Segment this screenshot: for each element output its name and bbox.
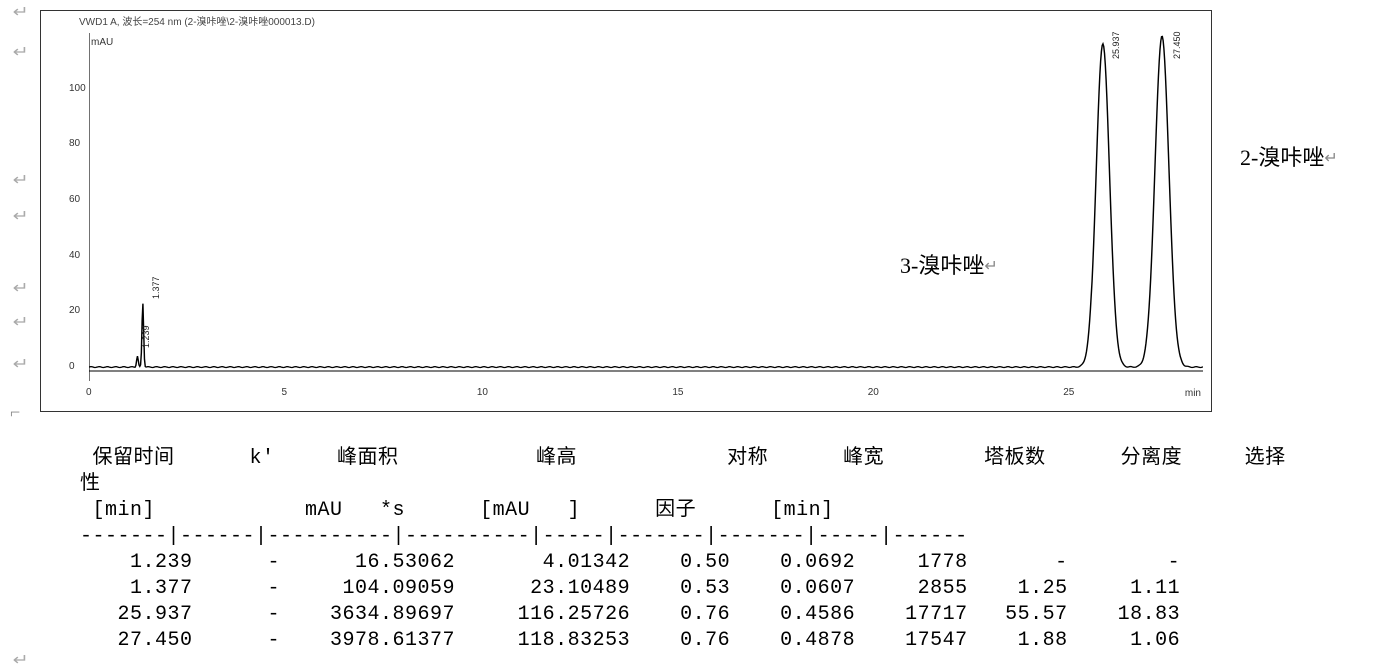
- chromatogram-trace: [89, 33, 1203, 381]
- annotation-2-bromocarbazole: 2-溴咔唑↵: [1240, 140, 1338, 172]
- x-tick: 0: [86, 387, 92, 398]
- x-axis-unit: min: [1185, 388, 1201, 399]
- annotation-3-bromocarbazole: 3-溴咔唑↵: [900, 248, 998, 280]
- paragraph-mark-icon: ↵: [13, 170, 29, 190]
- x-tick: 20: [868, 387, 879, 398]
- peak-rt-label: 1.377: [151, 277, 161, 300]
- y-tick: 80: [69, 138, 80, 149]
- table-row: 1.377 - 104.09059 23.10489 0.53 0.0607 2…: [80, 576, 1377, 602]
- y-tick: 20: [69, 305, 80, 316]
- peak-rt-label: 1.239: [141, 325, 151, 348]
- x-tick: 15: [672, 387, 683, 398]
- paragraph-mark-icon: ↵: [13, 650, 29, 670]
- table-row: 25.937 - 3634.89697 116.25726 0.76 0.458…: [80, 602, 1377, 628]
- chart-title: VWD1 A, 波长=254 nm (2-溴咔唑\2-溴咔唑000013.D): [41, 11, 1211, 28]
- paragraph-mark-icon: ↵: [13, 312, 29, 332]
- x-tick: 25: [1063, 387, 1074, 398]
- paragraph-mark-icon: ↵: [13, 278, 29, 298]
- cursor-caret-icon: ⌐: [10, 402, 20, 423]
- table-row: -------|------|----------|----------|---…: [80, 524, 1377, 550]
- paragraph-mark-icon: ↵: [13, 2, 29, 22]
- table-row: 保留时间 k' 峰面积 峰高 对称 峰宽 塔板数 分离度 选择性: [80, 446, 1377, 498]
- chromatogram-chart: VWD1 A, 波长=254 nm (2-溴咔唑\2-溴咔唑000013.D) …: [40, 10, 1212, 412]
- y-tick: 40: [69, 250, 80, 261]
- y-tick: 60: [69, 194, 80, 205]
- peak-results-table: 保留时间 k' 峰面积 峰高 对称 峰宽 塔板数 分离度 选择性 [min] m…: [80, 446, 1377, 654]
- peak-rt-label: 27.450: [1172, 32, 1182, 60]
- table-row: 1.239 - 16.53062 4.01342 0.50 0.0692 177…: [80, 550, 1377, 576]
- x-tick: 5: [281, 387, 287, 398]
- word-paragraph-marks: ↵ ↵ ↵ ↵ ↵ ↵ ↵: [0, 0, 36, 420]
- table-row: [min] mAU *s [mAU ] 因子 [min]: [80, 498, 1377, 524]
- plot-area: [89, 33, 1203, 381]
- y-tick: 100: [69, 83, 86, 94]
- y-tick: 0: [69, 361, 75, 372]
- x-tick: 10: [477, 387, 488, 398]
- paragraph-mark-icon: ↵: [13, 206, 29, 226]
- table-row: 27.450 - 3978.61377 118.83253 0.76 0.487…: [80, 628, 1377, 654]
- peak-rt-label: 25.937: [1111, 32, 1121, 60]
- paragraph-mark-icon: ↵: [13, 42, 29, 62]
- paragraph-mark-icon: ↵: [13, 354, 29, 374]
